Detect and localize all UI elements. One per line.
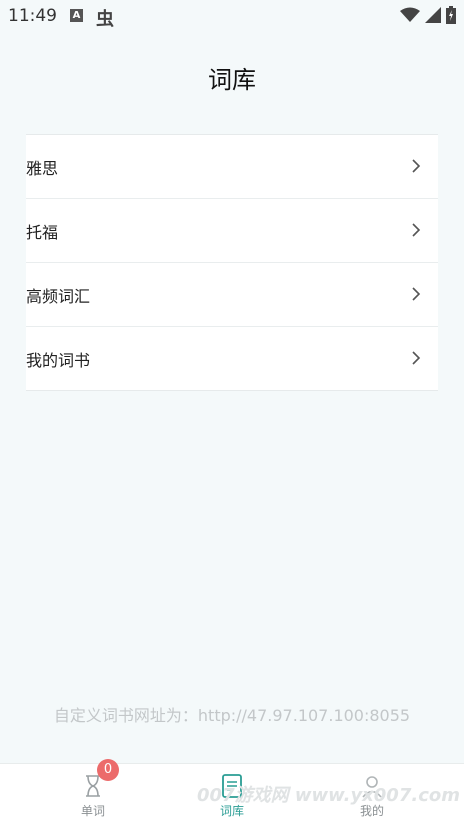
chevron-right-icon [412, 223, 421, 237]
chevron-right-icon [412, 287, 421, 301]
screen: 11:49 A 虫 词库 雅思 托福 高频词汇 我的词书 自定义词书网址为：ht… [0, 0, 464, 826]
watermark: 007游戏网 www.yx007.com [197, 785, 460, 806]
signal-icon [425, 7, 441, 23]
list-item-toefl[interactable]: 托福 [26, 199, 438, 263]
wifi-icon [400, 7, 420, 22]
list-item-label: 高频词汇 [26, 286, 91, 306]
tab-words[interactable]: 0 单词 [43, 759, 143, 826]
chevron-right-icon [412, 351, 421, 365]
chevron-right-icon [412, 159, 421, 173]
list-item-ielts[interactable]: 雅思 [26, 135, 438, 199]
custom-url-text: 自定义词书网址为：http://47.97.107.100:8055 [53, 706, 411, 725]
a-icon: A [70, 9, 83, 22]
tab-label: 单词 [80, 804, 105, 818]
page-title: 词库 [208, 66, 256, 94]
battery-icon [446, 6, 456, 24]
list-item-label: 托福 [26, 222, 59, 242]
status-time: 11:49 [8, 6, 57, 26]
bug-icon: 虫 [96, 9, 114, 30]
status-right-icons [400, 6, 456, 24]
status-bar: 11:49 A 虫 [0, 0, 464, 34]
list-item-my-books[interactable]: 我的词书 [26, 327, 438, 390]
library-list: 雅思 托福 高频词汇 我的词书 [26, 134, 438, 391]
unread-badge: 0 [97, 759, 119, 781]
list-item-label: 我的词书 [26, 350, 91, 370]
list-item-label: 雅思 [26, 158, 59, 178]
list-item-high-frequency[interactable]: 高频词汇 [26, 263, 438, 327]
